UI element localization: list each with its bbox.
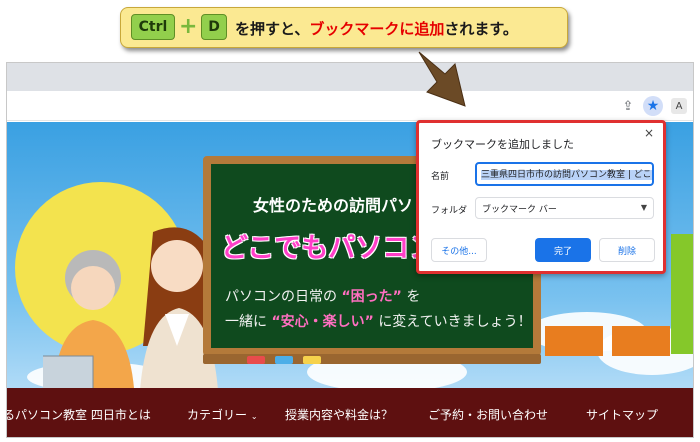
nav-item-contact[interactable]: ご予約・お問い合わせ [428,406,548,423]
name-label: 名前 [431,172,450,182]
bookmark-dialog: ブックマークを追加しました × 名前 三重県四日市市の訪問パソコン教室 | どこ… [416,120,666,274]
chalkboard-line-1: パソコンの日常の “困った” を [225,289,421,305]
decorative-block [545,326,603,356]
chalk [303,356,321,364]
chalkboard-line-2: 一緒に “安心・楽しい” に変えていきましょう！ [225,314,532,330]
tab-strip [7,63,693,91]
star-icon[interactable]: ★ [643,96,663,116]
chalk [247,356,265,364]
chevron-down-icon: ⌄ [250,412,258,421]
site-navbar: るパソコン教室 四日市とは カテゴリー ⌄ 授業内容や料金は？ ご予約・お問い合… [7,388,693,437]
decorative-block [671,234,693,354]
chalkboard-title: 女性のための訪問パソ [253,196,414,215]
more-button[interactable]: その他... [431,238,487,262]
decorative-block [612,326,670,356]
chalk [275,356,293,364]
extension-icon[interactable]: A [671,98,687,114]
tutorial-screenshot: ⇪ ★ A 女性のための訪問パソ どこでもパソコン教 パソコンの日常の “困った… [0,0,700,442]
d-key: D [201,14,227,40]
remove-button[interactable]: 削除 [599,238,655,262]
nav-item-lessons[interactable]: 授業内容や料金は？ [285,406,393,423]
nav-item-category[interactable]: カテゴリー ⌄ [187,406,258,423]
plus-sign: + [179,14,198,39]
dropdown-arrow-icon: ▼ [640,203,647,212]
ctrl-key: Ctrl [131,14,175,40]
share-icon[interactable]: ⇪ [618,96,638,116]
dialog-title: ブックマークを追加しました [431,138,574,151]
browser-toolbar: ⇪ ★ A [7,91,693,121]
pointer-arrow-icon [418,51,466,107]
bookmark-name-value: 三重県四日市市の訪問パソコン教室 | どこでも [481,170,652,180]
close-icon[interactable]: × [644,126,654,140]
bookmark-name-input[interactable]: 三重県四日市市の訪問パソコン教室 | どこでも [475,162,654,186]
folder-value: ブックマーク バー [482,205,557,215]
done-button[interactable]: 完了 [535,238,591,262]
illustration-women [43,227,219,406]
folder-select[interactable]: ブックマーク バー ▼ [475,197,654,219]
nav-item-about[interactable]: るパソコン教室 四日市とは [7,406,151,423]
nav-item-sitemap[interactable]: サイトマップ [586,406,658,423]
callout-text: を押すと、ブックマークに追加されます。 [235,20,518,38]
folder-label: フォルダ [431,206,468,216]
instruction-callout: Ctrl + D を押すと、ブックマークに追加されます。 [120,7,568,48]
